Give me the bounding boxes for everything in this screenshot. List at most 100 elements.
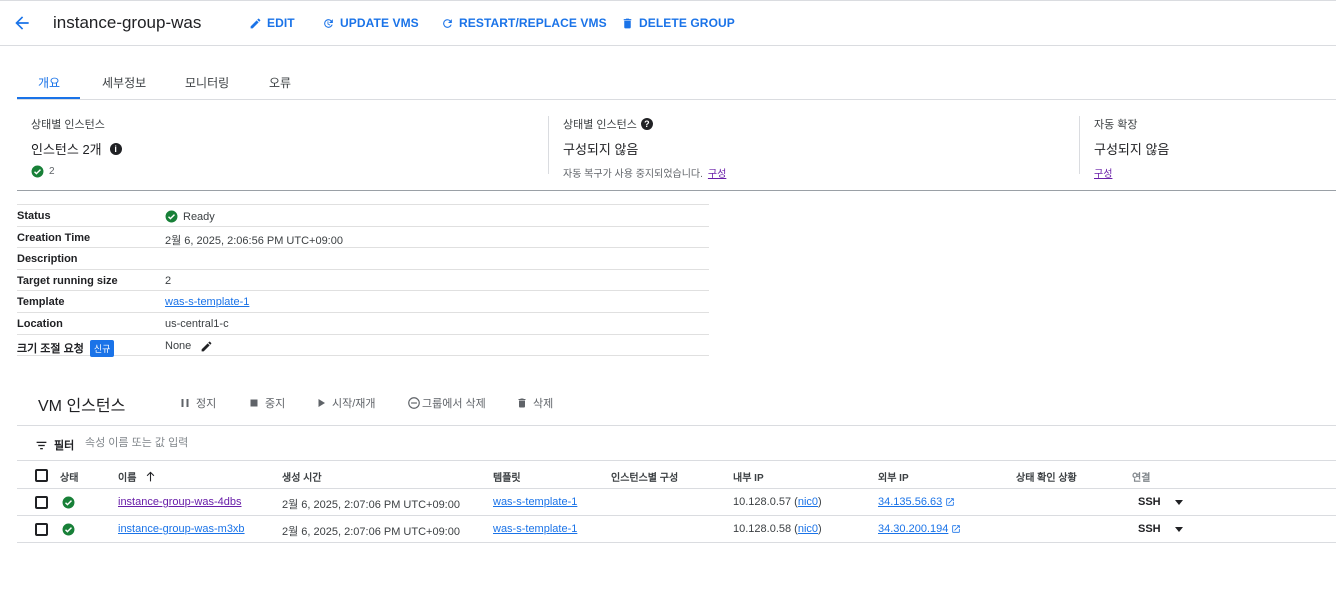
row-name-cell: instance-group-was-4dbs bbox=[118, 496, 242, 508]
resize-request-value: None bbox=[165, 340, 192, 353]
new-badge: 신규 bbox=[89, 339, 115, 357]
paren-close: ) bbox=[818, 496, 822, 508]
autoscaling-card: 자동 확장 구성되지 않음 구성 bbox=[1094, 116, 1169, 180]
detail-row-template: Template was-s-template-1 bbox=[17, 291, 709, 313]
detail-key: Status bbox=[17, 210, 51, 222]
row-internal-ip-cell: 10.128.0.58 (nic0) bbox=[733, 523, 822, 535]
detail-value: us-central1-c bbox=[165, 317, 229, 330]
suspend-button[interactable]: 정지 bbox=[179, 395, 216, 411]
remove-circle-icon bbox=[408, 397, 420, 409]
start-resume-button[interactable]: 시작/재개 bbox=[315, 395, 376, 411]
table-row: instance-group-was-4dbs 2월 6, 2025, 2:07… bbox=[17, 489, 1336, 516]
nic-link[interactable]: nic0 bbox=[798, 496, 818, 508]
tab-monitoring[interactable]: 모니터링 bbox=[185, 74, 229, 91]
row-checkbox[interactable] bbox=[35, 496, 48, 509]
autoscaling-configure-link[interactable]: 구성 bbox=[1094, 165, 1112, 180]
stop-icon bbox=[250, 399, 258, 407]
row-select-cell bbox=[35, 496, 48, 509]
detail-value: None bbox=[165, 340, 213, 353]
tab-overview[interactable]: 개요 bbox=[38, 74, 60, 91]
detail-row-location: Location us-central1-c bbox=[17, 313, 709, 335]
detail-key: Description bbox=[17, 253, 78, 266]
autohealing-sub: 자동 복구가 사용 중지되었습니다. 구성 bbox=[563, 165, 726, 180]
external-ip-link[interactable]: 34.30.200.194 bbox=[878, 523, 948, 535]
page-header: instance-group-was EDIT UPDATE VMS RESTA… bbox=[0, 0, 1336, 46]
filter-input[interactable] bbox=[85, 432, 485, 454]
filter-toggle[interactable]: 필터 bbox=[35, 437, 74, 453]
trash-icon bbox=[518, 398, 526, 408]
nic-link[interactable]: nic0 bbox=[798, 523, 818, 535]
delete-instance-label: 삭제 bbox=[533, 398, 554, 410]
delete-group-button[interactable]: DELETE GROUP bbox=[621, 16, 735, 30]
delete-instance-button[interactable]: 삭제 bbox=[516, 395, 553, 411]
row-template-cell: was-s-template-1 bbox=[493, 496, 577, 508]
col-status[interactable]: 상태 bbox=[60, 469, 78, 484]
active-tab-indicator bbox=[17, 97, 80, 99]
internal-ip: 10.128.0.58 bbox=[733, 523, 792, 535]
ssh-dropdown-icon[interactable] bbox=[1174, 526, 1183, 532]
col-internal-ip[interactable]: 내부 IP bbox=[733, 469, 764, 484]
stop-button[interactable]: 중지 bbox=[248, 395, 285, 411]
template-link[interactable]: was-s-template-1 bbox=[493, 496, 577, 508]
instance-name-link[interactable]: instance-group-was-m3xb bbox=[118, 523, 245, 535]
col-external-ip[interactable]: 외부 IP bbox=[878, 469, 909, 484]
tab-details[interactable]: 세부정보 bbox=[102, 74, 146, 91]
restart-replace-button[interactable]: RESTART/REPLACE VMS bbox=[441, 16, 607, 30]
start-resume-label: 시작/재개 bbox=[332, 398, 376, 410]
row-connect-cell: SSH bbox=[1138, 523, 1183, 535]
edit-button[interactable]: EDIT bbox=[249, 16, 295, 30]
row-select-cell bbox=[35, 523, 48, 536]
ssh-button[interactable]: SSH bbox=[1138, 496, 1161, 508]
edit-label: EDIT bbox=[267, 16, 295, 30]
table-header: 상태 이름 생성 시간 템플릿 인스턴스별 구성 내부 IP 외부 IP 상태 … bbox=[17, 462, 1336, 489]
col-health[interactable]: 상태 확인 상황 bbox=[1016, 469, 1077, 484]
page-title: instance-group-was bbox=[53, 13, 202, 32]
tab-errors[interactable]: 오류 bbox=[269, 74, 291, 91]
resize-request-label: 크기 조절 요청 bbox=[17, 343, 84, 356]
instance-name-link[interactable]: instance-group-was-4dbs bbox=[118, 496, 242, 508]
row-name-cell: instance-group-was-m3xb bbox=[118, 523, 245, 535]
external-link-icon bbox=[952, 525, 961, 533]
select-all-cell bbox=[35, 469, 48, 482]
detail-value: was-s-template-1 bbox=[165, 296, 249, 308]
col-created[interactable]: 생성 시간 bbox=[282, 469, 322, 484]
autoscaling-value: 구성되지 않음 bbox=[1094, 142, 1170, 157]
help-icon[interactable]: ? bbox=[640, 118, 653, 130]
autohealing-label-row: 상태별 인스턴스 ? bbox=[563, 116, 726, 132]
check-circle-icon bbox=[31, 165, 44, 178]
ssh-dropdown-icon[interactable] bbox=[1174, 499, 1183, 505]
delete-group-label: DELETE GROUP bbox=[639, 16, 735, 30]
detail-key: Creation Time bbox=[17, 231, 91, 244]
col-template[interactable]: 템플릿 bbox=[493, 469, 521, 484]
row-checkbox[interactable] bbox=[35, 523, 48, 536]
update-icon bbox=[324, 18, 333, 28]
row-created-cell: 2월 6, 2025, 2:07:06 PM UTC+09:00 bbox=[282, 526, 460, 538]
pencil-icon bbox=[250, 18, 261, 28]
autoscaling-label: 자동 확장 bbox=[1094, 119, 1138, 131]
info-icon[interactable]: i bbox=[109, 142, 122, 155]
detail-row-creation-time: Creation Time 2월 6, 2025, 2:06:56 PM UTC… bbox=[17, 227, 709, 249]
template-link[interactable]: was-s-template-1 bbox=[165, 296, 249, 308]
autohealing-configure-link[interactable]: 구성 bbox=[708, 165, 726, 180]
col-name[interactable]: 이름 bbox=[118, 469, 157, 484]
card-divider bbox=[548, 116, 549, 174]
external-ip-link[interactable]: 34.135.56.63 bbox=[878, 496, 942, 508]
ssh-button[interactable]: SSH bbox=[1138, 523, 1161, 535]
select-all-checkbox[interactable] bbox=[35, 469, 48, 482]
check-circle-icon bbox=[62, 523, 75, 536]
paren-close: ) bbox=[818, 523, 822, 535]
col-per-instance[interactable]: 인스턴스별 구성 bbox=[611, 469, 678, 484]
healthy-row: 2 bbox=[31, 165, 122, 178]
row-connect-cell: SSH bbox=[1138, 496, 1183, 508]
update-vms-button[interactable]: UPDATE VMS bbox=[322, 16, 419, 30]
restart-replace-label: RESTART/REPLACE VMS bbox=[459, 16, 607, 30]
remove-from-group-button[interactable]: 그룹에서 삭제 bbox=[407, 395, 486, 411]
play-icon bbox=[318, 399, 325, 407]
back-arrow-icon[interactable] bbox=[12, 13, 32, 33]
template-link[interactable]: was-s-template-1 bbox=[493, 523, 577, 535]
row-external-ip-cell: 34.135.56.63 bbox=[878, 496, 955, 508]
update-vms-label: UPDATE VMS bbox=[340, 16, 419, 30]
detail-row-description: Description bbox=[17, 248, 709, 270]
pencil-icon[interactable] bbox=[200, 340, 213, 353]
tab-bar: 개요 세부정보 모니터링 오류 bbox=[17, 62, 1336, 100]
